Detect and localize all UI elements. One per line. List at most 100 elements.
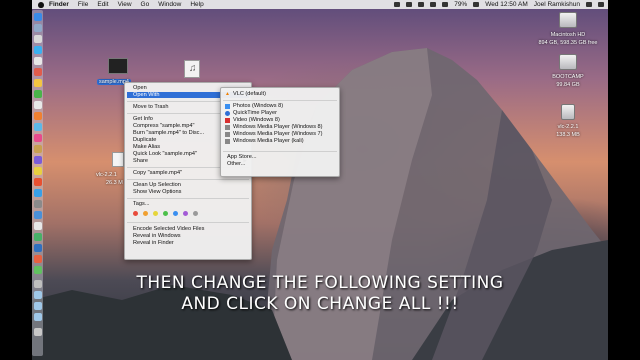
tag-color-dot[interactable] bbox=[183, 211, 188, 216]
dock-app-icon[interactable] bbox=[34, 68, 42, 76]
menu-item-compress[interactable]: Compress "sample.mp4" bbox=[133, 123, 194, 129]
apple-menu-icon[interactable] bbox=[38, 1, 44, 8]
open-with-quicktime[interactable]: QuickTime Player bbox=[233, 110, 277, 116]
dock-app-icon[interactable] bbox=[34, 178, 42, 186]
menu-app-name[interactable]: Finder bbox=[49, 1, 69, 8]
drive-name-vlc[interactable]: vlc-2.2.1 bbox=[546, 124, 590, 130]
wifi-icon[interactable] bbox=[430, 2, 437, 7]
file-label-vlc[interactable]: vlc-2.2.1 bbox=[96, 172, 117, 178]
dock-app-icon[interactable] bbox=[34, 167, 42, 175]
battery-icon[interactable] bbox=[473, 2, 480, 7]
menu-item-quick-look[interactable]: Quick Look "sample.mp4" bbox=[133, 151, 197, 157]
menu-item-view-options[interactable]: Show View Options bbox=[133, 189, 181, 195]
dock-app-icon[interactable] bbox=[34, 313, 42, 321]
drive-info-vlc: 138.3 MB bbox=[556, 132, 580, 138]
dock-app-icon[interactable] bbox=[34, 112, 42, 120]
menu-help[interactable]: Help bbox=[190, 1, 203, 8]
tag-color-dot[interactable] bbox=[143, 211, 148, 216]
dock-app-icon[interactable] bbox=[34, 266, 42, 274]
volume-icon[interactable] bbox=[442, 2, 449, 7]
file-size-vlc: 26.3 M bbox=[106, 180, 123, 186]
tag-color-dot[interactable] bbox=[163, 211, 168, 216]
menu-separator bbox=[127, 179, 249, 180]
drive-info-bootcamp: 99.84 GB bbox=[556, 82, 580, 88]
menu-item-get-info[interactable]: Get Info bbox=[133, 116, 153, 122]
caption-line-2: AND CLICK ON CHANGE ALL !!! bbox=[181, 294, 459, 314]
user-name[interactable]: Joel Ramkishun bbox=[534, 1, 580, 8]
open-with-other[interactable]: Other... bbox=[227, 161, 245, 167]
tag-color-dot[interactable] bbox=[133, 211, 138, 216]
status-icon[interactable] bbox=[394, 2, 401, 7]
media-player-icon bbox=[225, 125, 230, 130]
open-with-app-store[interactable]: App Store... bbox=[227, 154, 257, 160]
menu-go[interactable]: Go bbox=[141, 1, 150, 8]
menu-item-encode[interactable]: Encode Selected Video Files bbox=[133, 226, 204, 232]
dock-app-icon[interactable] bbox=[34, 189, 42, 197]
dock-app-icon[interactable] bbox=[34, 46, 42, 54]
music-file-icon[interactable]: ♫ bbox=[184, 60, 200, 78]
dock-app-icon[interactable] bbox=[34, 156, 42, 164]
menu-item-open[interactable]: Open bbox=[133, 85, 147, 91]
open-with-vlc[interactable]: VLC (default) bbox=[233, 91, 266, 97]
drive-name-bootcamp[interactable]: BOOTCAMP bbox=[546, 74, 590, 80]
menu-item-trash[interactable]: Move to Trash bbox=[133, 104, 168, 110]
hard-drive-icon[interactable] bbox=[559, 12, 577, 28]
menu-edit[interactable]: Edit bbox=[97, 1, 108, 8]
list-icon[interactable] bbox=[598, 2, 604, 7]
music-note-icon: ♫ bbox=[189, 63, 197, 74]
dock-app-icon[interactable] bbox=[34, 123, 42, 131]
tag-color-dot[interactable] bbox=[173, 211, 178, 216]
finder-dock-icon[interactable] bbox=[34, 13, 42, 21]
tag-color-row bbox=[133, 210, 213, 217]
dock-app-icon[interactable] bbox=[34, 200, 42, 208]
dock-app-icon[interactable] bbox=[34, 101, 42, 109]
dock-app-icon[interactable] bbox=[34, 255, 42, 263]
menu-window[interactable]: Window bbox=[158, 1, 181, 8]
hard-drive-icon[interactable] bbox=[559, 54, 577, 70]
video-file-icon[interactable] bbox=[108, 58, 128, 74]
dock-app-icon[interactable] bbox=[34, 145, 42, 153]
drive-info-macintosh: 894 GB, 598.35 GB free bbox=[538, 40, 598, 46]
drive-name-macintosh[interactable]: Macintosh HD bbox=[546, 32, 590, 38]
trash-icon[interactable] bbox=[34, 328, 42, 336]
quicktime-icon bbox=[225, 111, 230, 116]
dock-app-icon[interactable] bbox=[34, 24, 42, 32]
open-with-wmp-8[interactable]: Windows Media Player (Windows 8) bbox=[233, 124, 323, 130]
menu-item-reveal-windows[interactable]: Reveal in Windows bbox=[133, 233, 181, 239]
open-with-photos[interactable]: Photos (Windows 8) bbox=[233, 103, 283, 109]
dock-app-icon[interactable] bbox=[34, 244, 42, 252]
dock-app-icon[interactable] bbox=[34, 211, 42, 219]
dock-app-icon[interactable] bbox=[34, 35, 42, 43]
menu-item-reveal-finder[interactable]: Reveal in Finder bbox=[133, 240, 174, 246]
dock-app-icon[interactable] bbox=[34, 57, 42, 65]
menu-item-burn[interactable]: Burn "sample.mp4" to Disc... bbox=[133, 130, 204, 136]
dmg-file-icon[interactable] bbox=[112, 152, 124, 167]
clock[interactable]: Wed 12:50 AM bbox=[485, 1, 528, 8]
dock-app-icon[interactable] bbox=[34, 79, 42, 87]
menu-item-share[interactable]: Share bbox=[133, 158, 148, 164]
bluetooth-icon[interactable] bbox=[418, 2, 425, 7]
media-player-icon bbox=[225, 139, 230, 144]
search-icon[interactable] bbox=[586, 2, 592, 7]
open-with-video[interactable]: Video (Windows 8) bbox=[233, 117, 280, 123]
menu-item-duplicate[interactable]: Duplicate bbox=[133, 137, 156, 143]
menu-separator bbox=[127, 222, 249, 223]
open-with-wmp-7[interactable]: Windows Media Player (Windows 7) bbox=[233, 131, 323, 137]
dock-app-icon[interactable] bbox=[34, 90, 42, 98]
menu-item-tags[interactable]: Tags... bbox=[133, 201, 149, 207]
tag-color-dot[interactable] bbox=[153, 211, 158, 216]
dock-app-icon[interactable] bbox=[34, 233, 42, 241]
dock-app-icon[interactable] bbox=[34, 134, 42, 142]
battery-percent[interactable]: 79% bbox=[454, 1, 467, 8]
disk-image-icon[interactable] bbox=[561, 104, 575, 120]
menu-item-make-alias[interactable]: Make Alias bbox=[133, 144, 160, 150]
menu-item-copy[interactable]: Copy "sample.mp4" bbox=[133, 170, 182, 176]
menu-view[interactable]: View bbox=[118, 1, 132, 8]
open-with-wmp-kali[interactable]: Windows Media Player (kali) bbox=[233, 138, 304, 144]
tag-color-dot[interactable] bbox=[193, 211, 198, 216]
menu-file[interactable]: File bbox=[78, 1, 88, 8]
menu-separator bbox=[223, 100, 337, 101]
dock-app-icon[interactable] bbox=[34, 222, 42, 230]
menu-item-clean-up[interactable]: Clean Up Selection bbox=[133, 182, 181, 188]
status-icon[interactable] bbox=[406, 2, 413, 7]
